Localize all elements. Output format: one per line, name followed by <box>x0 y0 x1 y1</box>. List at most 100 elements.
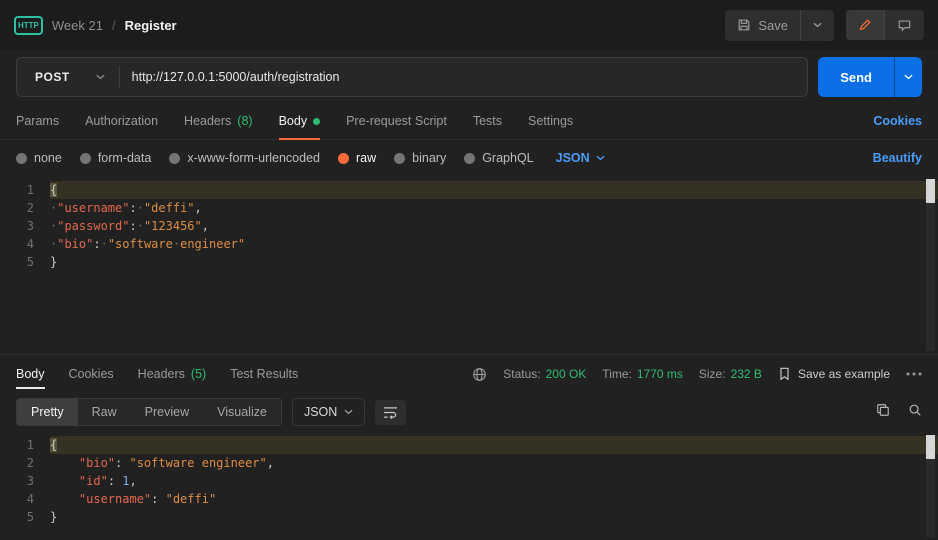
body-type-form-data[interactable]: form-data <box>79 151 152 165</box>
save-button[interactable]: Save <box>725 10 800 41</box>
radio-icon <box>464 152 476 164</box>
response-view-group: Pretty Raw Preview Visualize <box>16 398 282 426</box>
method-dropdown[interactable]: POST <box>17 58 119 96</box>
radio-label: GraphQL <box>482 151 534 165</box>
save-dropdown-button[interactable] <box>800 9 834 41</box>
radio-label: form-data <box>97 151 152 165</box>
body-type-none[interactable]: none <box>16 151 62 165</box>
search-icon <box>909 404 921 416</box>
tab-pre-request-script[interactable]: Pre-request Script <box>346 103 447 139</box>
line-number: 5 <box>26 510 34 524</box>
tab-label: Body <box>278 114 308 128</box>
copy-button[interactable] <box>876 403 890 422</box>
radio-label: raw <box>356 151 377 165</box>
tab-label: Headers <box>184 114 232 128</box>
url-box: POST <box>16 57 809 97</box>
scrollbar-thumb[interactable] <box>926 179 935 203</box>
view-preview-button[interactable]: Preview <box>131 399 203 425</box>
tab-label: Pre-request Script <box>346 114 447 128</box>
code-line[interactable]: 2 "bio": "software engineer", <box>0 454 938 472</box>
request-body-editor[interactable]: 1{2 ·"username":·"deffi", 3 ·"password":·"1… <box>0 176 938 354</box>
time-indicator: Time: 1770 ms <box>602 367 683 381</box>
radio-icon <box>16 152 27 164</box>
response-tab-body[interactable]: Body <box>16 355 45 393</box>
response-meta: Status: 200 OK Time: 1770 ms Size: 232 B Sa… <box>472 367 922 382</box>
format-label: JSON <box>555 151 590 165</box>
code-text: ·"password":·"123456", <box>50 219 209 233</box>
tab-label: Cookies <box>68 367 114 381</box>
view-raw-button[interactable]: Raw <box>78 399 131 425</box>
send-button[interactable]: Send <box>818 57 894 97</box>
code-line[interactable]: 5} <box>0 253 938 271</box>
edit-button[interactable] <box>846 10 884 40</box>
save-as-example-button[interactable]: Save as example <box>778 367 890 381</box>
view-pretty-button[interactable]: Pretty <box>17 399 78 425</box>
bookmark-icon <box>780 367 789 381</box>
tab-params[interactable]: Params <box>16 103 59 139</box>
size-value: 232 B <box>730 367 762 381</box>
send-button-group: Send <box>818 57 922 97</box>
edit-comment-group <box>846 10 924 40</box>
tab-settings[interactable]: Settings <box>528 103 573 139</box>
code-line[interactable]: 3 ·"password":·"123456", <box>0 217 938 235</box>
globe-icon <box>473 367 487 381</box>
code-line[interactable]: 1{ <box>0 181 938 199</box>
body-format-dropdown[interactable]: JSON <box>556 151 605 165</box>
save-icon <box>738 19 750 31</box>
code-line[interactable]: 5} <box>0 508 938 526</box>
save-as-example-label: Save as example <box>797 367 890 381</box>
http-protocol-icon: HTTP <box>14 15 43 35</box>
line-number: 3 <box>26 474 34 488</box>
tab-label: Settings <box>528 114 574 128</box>
body-content-dot <box>313 117 321 125</box>
comments-button[interactable] <box>884 10 924 40</box>
tab-label: Params <box>16 114 60 128</box>
breadcrumb-workspace[interactable]: Week 21 <box>52 18 103 33</box>
comment-icon <box>898 20 911 32</box>
response-body-editor[interactable]: 1{2 "bio": "software engineer", 3 "id": 1… <box>0 432 938 540</box>
radio-icon <box>338 152 349 164</box>
body-type-binary[interactable]: binary <box>394 151 446 165</box>
view-visualize-button[interactable]: Visualize <box>203 399 281 425</box>
line-number: 4 <box>26 237 34 251</box>
cookies-link[interactable]: Cookies <box>873 114 922 128</box>
tab-body[interactable]: Body <box>278 103 321 140</box>
send-dropdown-button[interactable] <box>894 57 922 97</box>
response-tab-test-results[interactable]: Test Results <box>230 355 298 393</box>
headers-count: (5) <box>190 367 207 381</box>
response-tab-headers[interactable]: Headers (5) <box>138 355 207 393</box>
tab-label: Tests <box>472 114 502 128</box>
response-tab-cookies[interactable]: Cookies <box>69 355 114 393</box>
body-type-raw[interactable]: raw <box>338 151 376 165</box>
radio-label: none <box>34 151 62 165</box>
beautify-link[interactable]: Beautify <box>873 151 922 165</box>
tab-headers[interactable]: Headers (8) <box>184 103 253 139</box>
code-text: } <box>50 255 58 269</box>
code-line[interactable]: 3 "id": 1, <box>0 472 938 490</box>
code-line[interactable]: 4 ·"bio":·"software·engineer" <box>0 235 938 253</box>
top-actions: Save <box>725 9 924 41</box>
headers-count: (8) <box>237 114 253 128</box>
wrap-lines-button[interactable] <box>375 399 407 425</box>
code-line[interactable]: 2 ·"username":·"deffi", <box>0 199 938 217</box>
line-number: 4 <box>26 492 34 506</box>
chevron-down-icon <box>813 22 822 28</box>
tab-authorization[interactable]: Authorization <box>85 103 158 139</box>
tab-label: Headers <box>137 367 185 381</box>
response-format-dropdown[interactable]: JSON <box>291 398 366 426</box>
code-text: ·"bio":·"software·engineer" <box>50 237 246 251</box>
more-options-button[interactable] <box>906 372 922 376</box>
breadcrumb-separator: / <box>111 17 116 33</box>
radio-icon <box>79 152 91 164</box>
code-line[interactable]: 1{ <box>0 436 938 454</box>
tab-tests[interactable]: Tests <box>473 103 502 139</box>
body-type-graphql[interactable]: GraphQL <box>464 151 534 165</box>
body-type-urlencoded[interactable]: x-www-form-urlencoded <box>169 151 320 165</box>
search-button[interactable] <box>908 403 922 422</box>
radio-label: binary <box>412 151 447 165</box>
request-editor-scrollbar[interactable] <box>926 179 935 351</box>
scrollbar-thumb[interactable] <box>926 435 935 459</box>
response-editor-scrollbar[interactable] <box>926 435 935 537</box>
url-input[interactable] <box>119 58 808 96</box>
code-line[interactable]: 4 "username": "deffi" <box>0 490 938 508</box>
